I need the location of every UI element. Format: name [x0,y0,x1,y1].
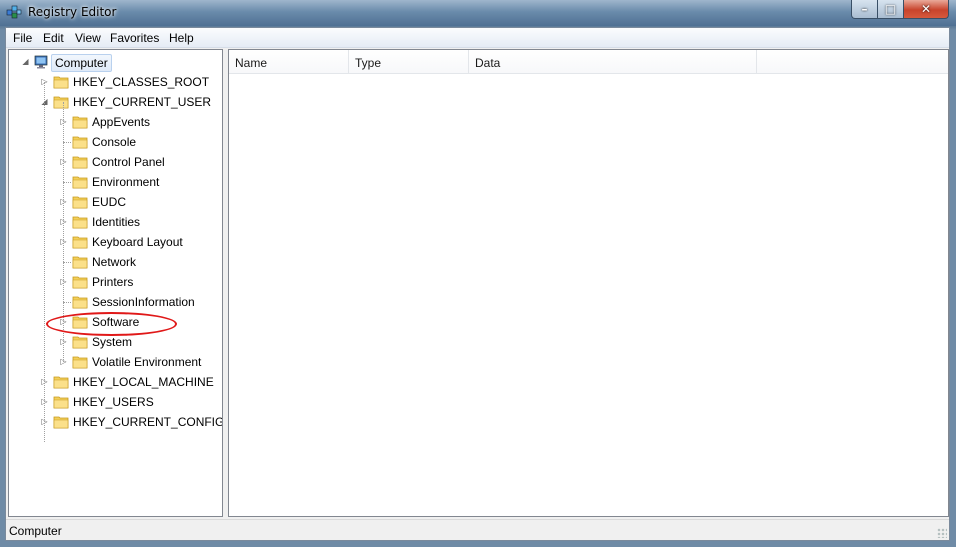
tree-item-printers[interactable]: ▷ Printers [9,272,222,292]
tree-item-label: Console [92,135,137,149]
menu-view[interactable]: View [75,31,101,45]
column-header-data[interactable]: Data [469,50,757,74]
column-header-name[interactable]: Name [229,50,349,74]
maximize-button[interactable]: □ [877,0,904,19]
folder-icon [72,176,88,189]
tree-item-label: Keyboard Layout [92,235,183,249]
folder-icon [72,116,88,129]
tree-item-label: HKEY_USERS [73,395,154,409]
collapse-arrow-icon[interactable]: ◢ [21,57,30,66]
column-header-filler [757,50,948,74]
folder-icon [72,216,88,229]
tree-item-hkey-current-user[interactable]: ◢ HKEY_CURRENT_USER [9,92,222,112]
tree-item-sessioninformation[interactable]: SessionInformation [9,292,222,312]
tree-item-label: EUDC [92,195,127,209]
tree-item-hkey-classes-root[interactable]: ▷ HKEY_CLASSES_ROOT [9,72,222,92]
folder-icon [53,76,69,89]
minimize-button[interactable]: – [851,0,878,19]
registry-editor-icon [6,5,22,19]
tree-item-hkey-users[interactable]: ▷ HKEY_USERS [9,392,222,412]
status-bar: Computer [6,519,949,540]
maximize-icon: □ [884,2,897,16]
tree-item-hkey-local-machine[interactable]: ▷ HKEY_LOCAL_MACHINE [9,372,222,392]
folder-icon [53,416,69,429]
tree-item-label: Network [92,255,137,269]
folder-icon [72,276,88,289]
column-header-type[interactable]: Type [349,50,469,74]
folder-icon [53,376,69,389]
tree-item-label: HKEY_CURRENT_CONFIG [73,415,223,429]
folder-icon [72,256,88,269]
menu-favorites[interactable]: Favorites [110,31,159,45]
folder-icon [72,236,88,249]
tree-item-control-panel[interactable]: ▷ Control Panel [9,152,222,172]
computer-icon [34,55,48,69]
annotation-circle [46,312,177,336]
tree-item-appevents[interactable]: ▷ AppEvents [9,112,222,132]
tree-item-label: HKEY_CLASSES_ROOT [73,75,210,89]
close-button[interactable]: ✕ [903,0,949,19]
tree-item-label: HKEY_CURRENT_USER [73,95,212,109]
registry-tree[interactable]: ◢ Computer ▷ HKEY_CLASSES_ROOT ◢ HKEY_CURRENT… [8,49,223,517]
tree-item-console[interactable]: Console [9,132,222,152]
title-bar[interactable]: Registry Editor – □ ✕ [0,0,956,26]
menu-help[interactable]: Help [169,31,194,45]
tree-item-label: AppEvents [92,115,151,129]
tree-item-eudc[interactable]: ▷ EUDC [9,192,222,212]
tree-item-label: SessionInformation [92,295,195,309]
menu-file[interactable]: File [13,31,32,45]
tree-item-label: Printers [92,275,134,289]
tree-item-label: System [92,335,133,349]
folder-icon [53,396,69,409]
resize-grip-icon[interactable] [937,528,947,538]
window-title: Registry Editor [28,5,117,19]
tree-item-label: Volatile Environment [92,355,202,369]
status-path: Computer [9,524,62,538]
folder-icon [72,136,88,149]
tree-item-volatile-environment[interactable]: ▷ Volatile Environment [9,352,222,372]
tree-item-label: Identities [92,215,141,229]
tree-item-label: Environment [92,175,160,189]
folder-icon [53,96,69,109]
values-list[interactable]: Name Type Data [228,49,949,517]
folder-icon [72,296,88,309]
tree-item-label: Computer [51,54,112,72]
client-area: File Edit View Favorites Help ◢ Computer ▷… [5,27,950,541]
menu-edit[interactable]: Edit [43,31,64,45]
tree-item-computer[interactable]: ◢ Computer [9,52,222,72]
registry-editor-window: Registry Editor – □ ✕ File Edit View Fav… [0,0,956,547]
tree-item-keyboard-layout[interactable]: ▷ Keyboard Layout [9,232,222,252]
tree-item-label: HKEY_LOCAL_MACHINE [73,375,214,389]
tree-item-label: Control Panel [92,155,165,169]
folder-icon [72,336,88,349]
tree-item-identities[interactable]: ▷ Identities [9,212,222,232]
folder-icon [72,356,88,369]
minimize-icon: – [861,2,868,16]
tree-item-network[interactable]: Network [9,252,222,272]
tree-item-hkey-current-config[interactable]: ▷ HKEY_CURRENT_CONFIG [9,412,222,432]
tree-connector [44,82,46,442]
folder-icon [72,196,88,209]
tree-item-environment[interactable]: Environment [9,172,222,192]
menu-bar: File Edit View Favorites Help [6,28,949,48]
close-icon: ✕ [920,2,932,16]
folder-icon [72,156,88,169]
